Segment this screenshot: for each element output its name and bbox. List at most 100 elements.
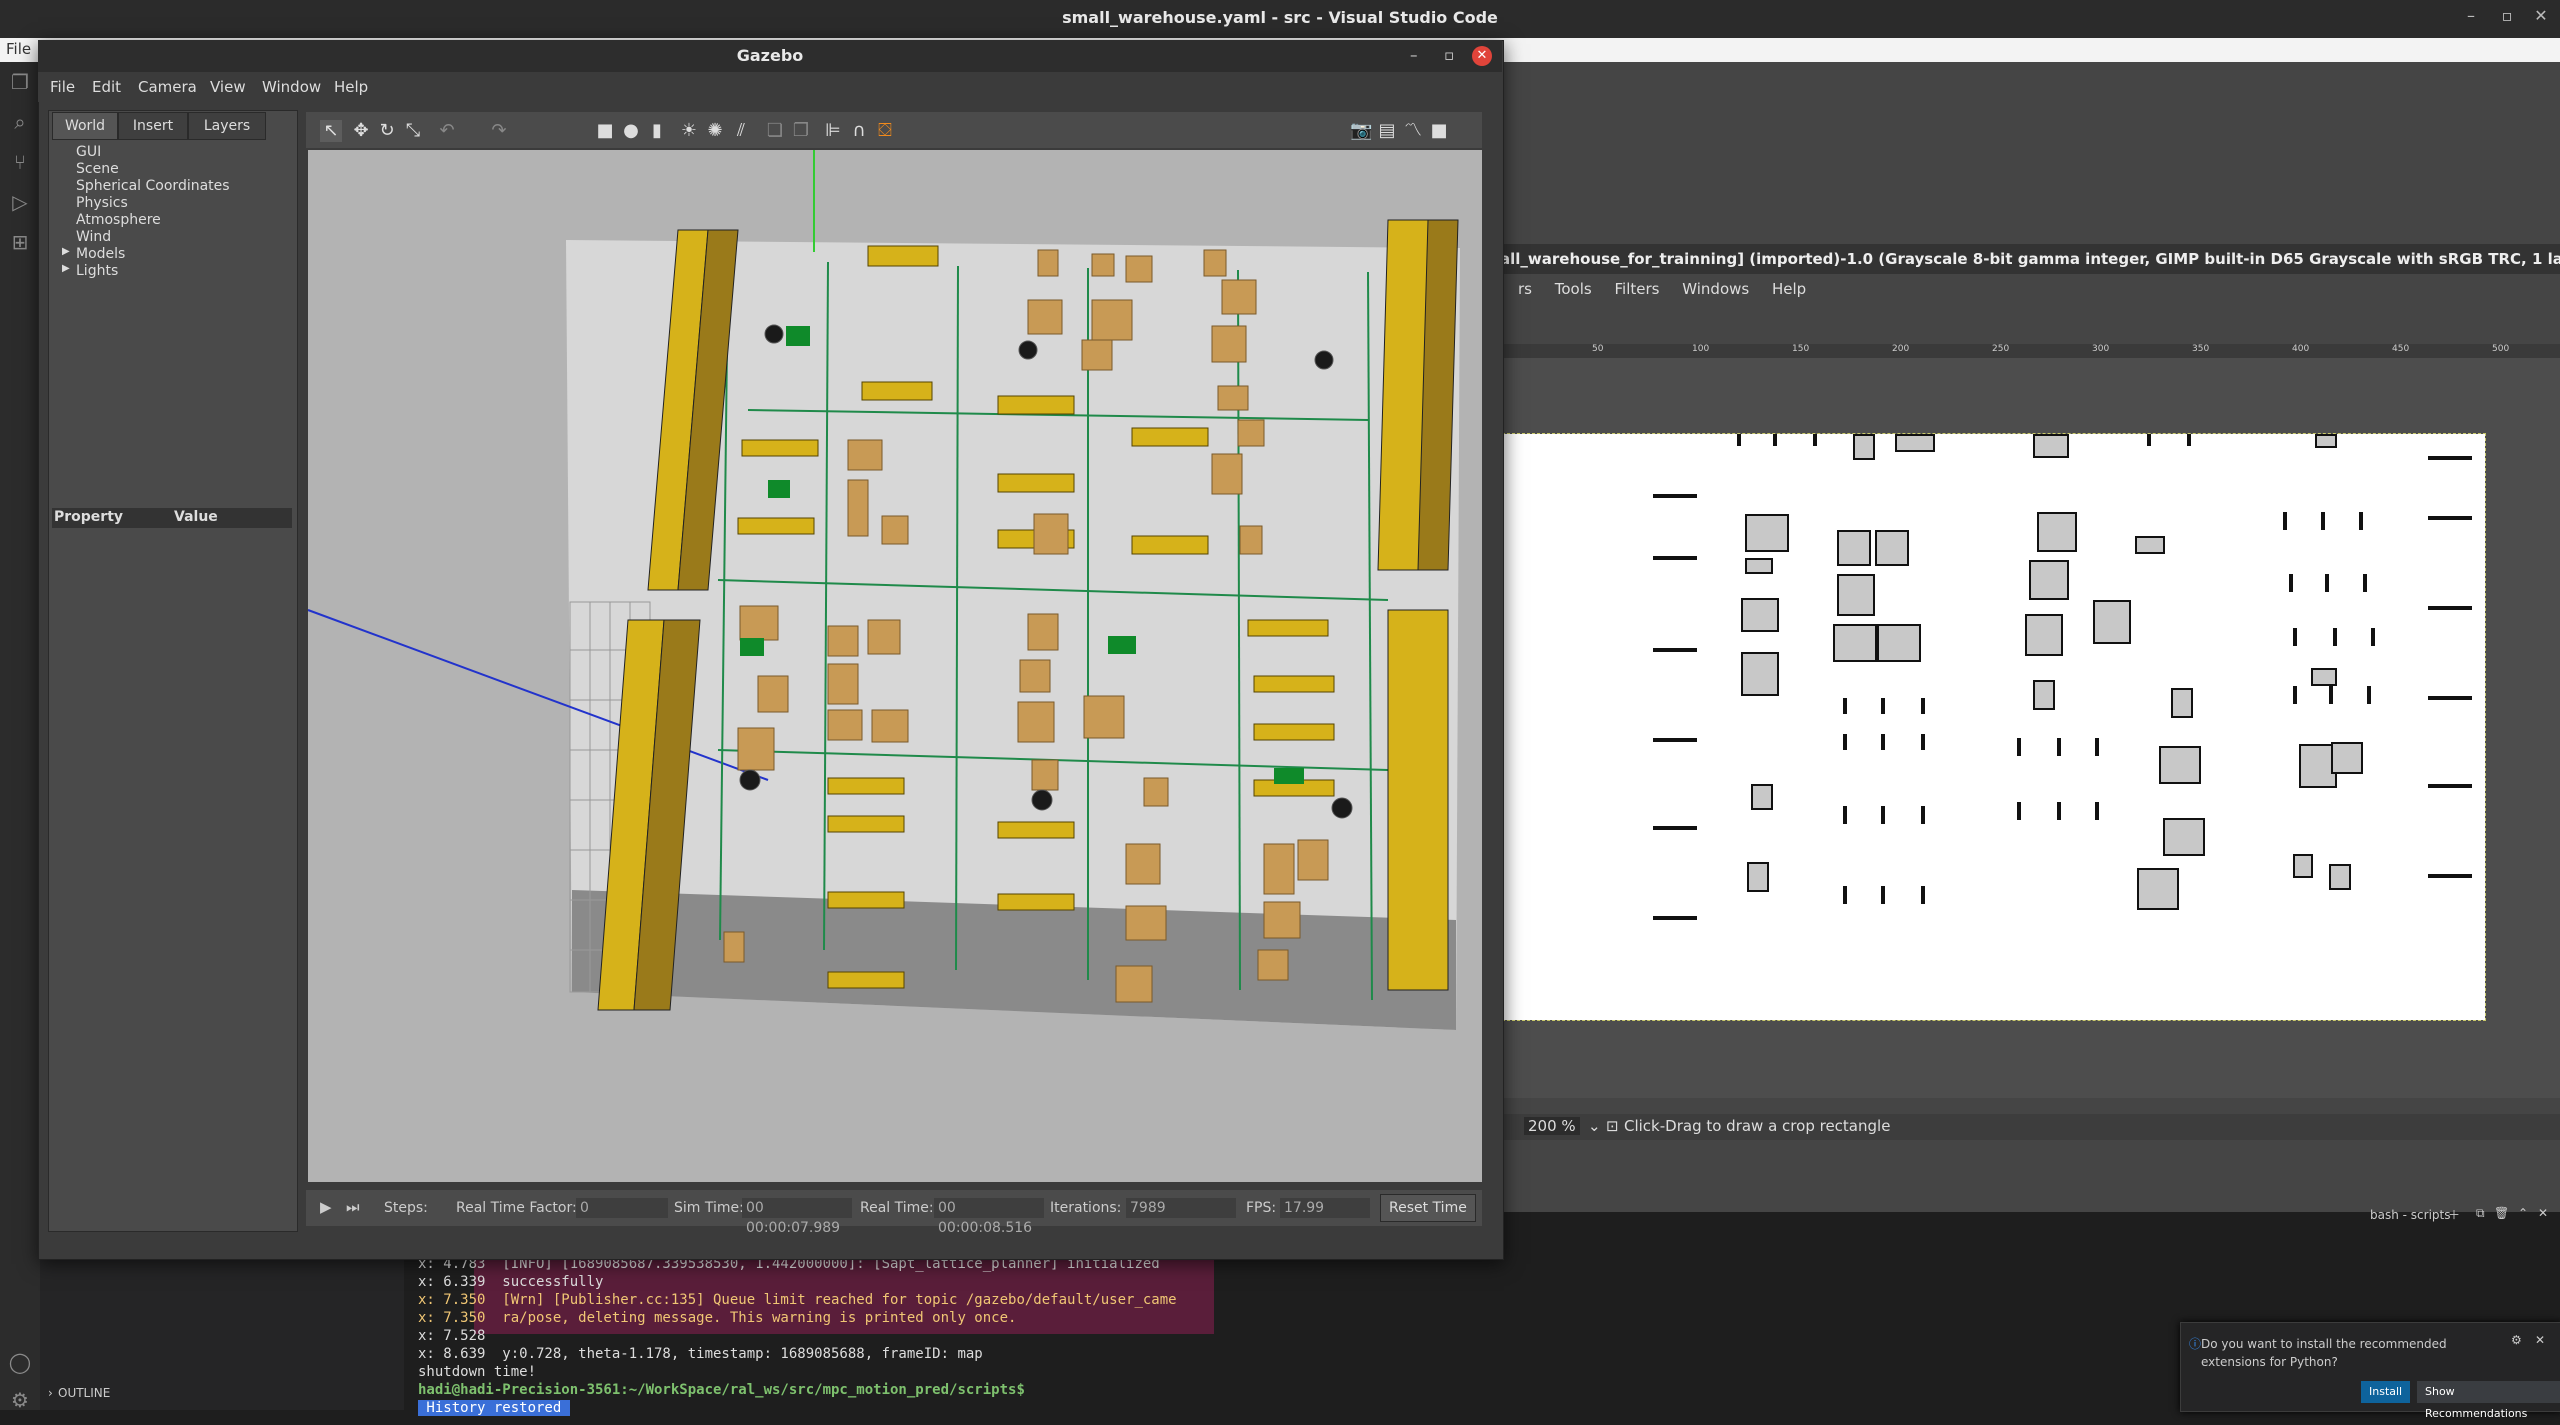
- rtf-label: Real Time Factor:: [456, 1200, 577, 1216]
- zoom-select[interactable]: 200 %: [1524, 1117, 1580, 1135]
- map-obstacle: [2359, 512, 2363, 530]
- gimp-menu-filters[interactable]: Filters: [1615, 280, 1660, 298]
- tree-item-scene[interactable]: Scene: [76, 161, 119, 178]
- account-icon[interactable]: ◯: [8, 1350, 32, 1374]
- reset-time-button[interactable]: Reset Time: [1380, 1194, 1476, 1222]
- split-terminal-icon[interactable]: ⧉: [2476, 1206, 2485, 1221]
- close-icon[interactable]: ✕: [1472, 46, 1492, 66]
- screenshot-icon[interactable]: 📷: [1350, 120, 1372, 142]
- search-icon[interactable]: ⌕: [8, 110, 32, 134]
- directional-light-icon[interactable]: ⫽: [730, 120, 752, 142]
- tree-item-models[interactable]: Models: [76, 246, 125, 263]
- undo-icon[interactable]: ↶: [436, 120, 458, 142]
- tree-item-spherical-coordinates[interactable]: Spherical Coordinates: [76, 178, 230, 195]
- map-obstacle: [2025, 614, 2063, 656]
- sphere-shape-icon[interactable]: ●: [620, 120, 642, 142]
- close-panel-icon[interactable]: ✕: [2538, 1206, 2548, 1220]
- extensions-icon[interactable]: ⊞: [8, 230, 32, 254]
- show-recommendations-button[interactable]: Show Recommendations: [2417, 1381, 2560, 1420]
- spot-light-icon[interactable]: ✺: [704, 120, 726, 142]
- menu-file[interactable]: File: [50, 78, 75, 96]
- run-debug-icon[interactable]: ▷: [8, 190, 32, 214]
- maximize-icon[interactable]: ▫: [2492, 6, 2522, 25]
- tree-item-lights[interactable]: Lights: [76, 263, 118, 280]
- change-view-icon[interactable]: ⛋: [874, 120, 896, 142]
- menu-window[interactable]: Window: [262, 78, 321, 96]
- menu-help[interactable]: Help: [334, 78, 368, 96]
- explorer-icon[interactable]: ❐: [8, 70, 32, 94]
- terminal-shell-label[interactable]: bash - scripts: [2370, 1208, 2450, 1222]
- tree-item-physics[interactable]: Physics: [76, 195, 128, 212]
- chevron-down-icon[interactable]: ⌄: [1588, 1117, 1601, 1135]
- select-mode-icon[interactable]: ↖: [320, 120, 342, 142]
- tree-item-wind[interactable]: Wind: [76, 229, 111, 246]
- terminal-line: x: 7.528: [418, 1328, 503, 1344]
- map-obstacle: [2363, 574, 2367, 592]
- install-button[interactable]: Install: [2361, 1381, 2411, 1403]
- tree-item-atmosphere[interactable]: Atmosphere: [76, 212, 161, 229]
- sim-time-label: Sim Time:: [674, 1200, 744, 1216]
- expand-arrow-icon[interactable]: ▶: [62, 263, 70, 274]
- tab-insert[interactable]: Insert: [118, 112, 188, 140]
- map-obstacle: [2428, 606, 2472, 610]
- map-obstacle: [2428, 516, 2472, 520]
- play-icon[interactable]: ▶: [320, 1198, 332, 1216]
- copy-icon[interactable]: ❏: [764, 120, 786, 142]
- menu-edit[interactable]: Edit: [92, 78, 121, 96]
- rotate-mode-icon[interactable]: ↻: [376, 120, 398, 142]
- chevron-up-icon[interactable]: ⌃: [2518, 1206, 2528, 1220]
- terminal-line: x: 7.350 ra/pose, deleting message. This…: [418, 1310, 1017, 1326]
- settings-gear-icon[interactable]: ⚙: [8, 1388, 32, 1412]
- add-terminal-icon[interactable]: ＋: [2448, 1206, 2460, 1223]
- map-obstacle: [2159, 746, 2201, 784]
- gimp-menu-layers[interactable]: rs: [1518, 280, 1532, 298]
- menu-camera[interactable]: Camera: [138, 78, 197, 96]
- log-icon[interactable]: ▤: [1376, 120, 1398, 142]
- map-obstacle: [2137, 868, 2179, 910]
- map-obstacle: [1881, 734, 1885, 750]
- scale-mode-icon[interactable]: ⤡: [402, 120, 424, 142]
- terminal-line: x: 7.350 [Wrn] [Publisher.cc:135] Queue …: [418, 1292, 1177, 1308]
- status-message: Click-Drag to draw a crop rectangle: [1624, 1117, 1891, 1135]
- translate-mode-icon[interactable]: ✥: [350, 120, 372, 142]
- tab-world[interactable]: World: [52, 112, 118, 140]
- point-light-icon[interactable]: ☀: [678, 120, 700, 142]
- minimize-icon[interactable]: –: [1410, 46, 1418, 64]
- paste-icon[interactable]: ❐: [790, 120, 812, 142]
- tree-item-gui[interactable]: GUI: [76, 144, 101, 161]
- minimize-icon[interactable]: –: [2456, 6, 2486, 25]
- value-header: Value: [174, 509, 218, 525]
- close-icon[interactable]: ✕: [2535, 1333, 2545, 1347]
- gazebo-toolbar: ↖ ✥ ↻ ⤡ ↶ ↷ ■ ● ▮ ☀ ✺ ⫽ ❏ ❐ ⊫ ∩ ⛋ 📷 ▤ 〽 …: [306, 112, 1482, 148]
- terminal[interactable]: x: 4.783 [INFO] [1689085687.339538530, 1…: [404, 1252, 1304, 1416]
- gear-icon[interactable]: ⚙: [2511, 1333, 2522, 1347]
- tab-layers[interactable]: Layers: [188, 112, 266, 140]
- gimp-menu-help[interactable]: Help: [1772, 280, 1806, 298]
- gimp-menu-windows[interactable]: Windows: [1682, 280, 1749, 298]
- extension-notification: ⓘ Do you want to install the recommended…: [2180, 1322, 2560, 1420]
- occupancy-map-image[interactable]: [1502, 433, 2486, 1021]
- video-record-icon[interactable]: ■: [1428, 120, 1450, 142]
- real-time-value: 00 00:00:08.516: [934, 1198, 1044, 1236]
- snap-icon[interactable]: ∩: [848, 120, 870, 142]
- source-control-icon[interactable]: ⑂: [8, 150, 32, 174]
- gimp-menubar: rs Tools Filters Windows Help: [1500, 274, 2560, 304]
- expand-arrow-icon[interactable]: ▶: [62, 246, 70, 257]
- redo-icon[interactable]: ↷: [488, 120, 510, 142]
- map-obstacle: [2029, 560, 2069, 600]
- step-icon[interactable]: ⏭: [346, 1198, 360, 1216]
- map-obstacle: [2163, 818, 2205, 856]
- map-obstacle: [1737, 434, 1741, 446]
- close-icon[interactable]: ✕: [2526, 6, 2556, 25]
- gimp-menu-tools[interactable]: Tools: [1555, 280, 1592, 298]
- trash-icon[interactable]: 🗑: [2494, 1206, 2509, 1220]
- outline-section[interactable]: › OUTLINE: [40, 1380, 404, 1410]
- maximize-icon[interactable]: ▫: [1444, 46, 1454, 64]
- menu-view[interactable]: View: [210, 78, 246, 96]
- menu-file[interactable]: File: [6, 40, 31, 58]
- plot-icon[interactable]: 〽: [1402, 120, 1424, 142]
- align-icon[interactable]: ⊫: [822, 120, 844, 142]
- 3d-viewport[interactable]: [308, 150, 1482, 1182]
- box-shape-icon[interactable]: ■: [594, 120, 616, 142]
- cylinder-shape-icon[interactable]: ▮: [646, 120, 668, 142]
